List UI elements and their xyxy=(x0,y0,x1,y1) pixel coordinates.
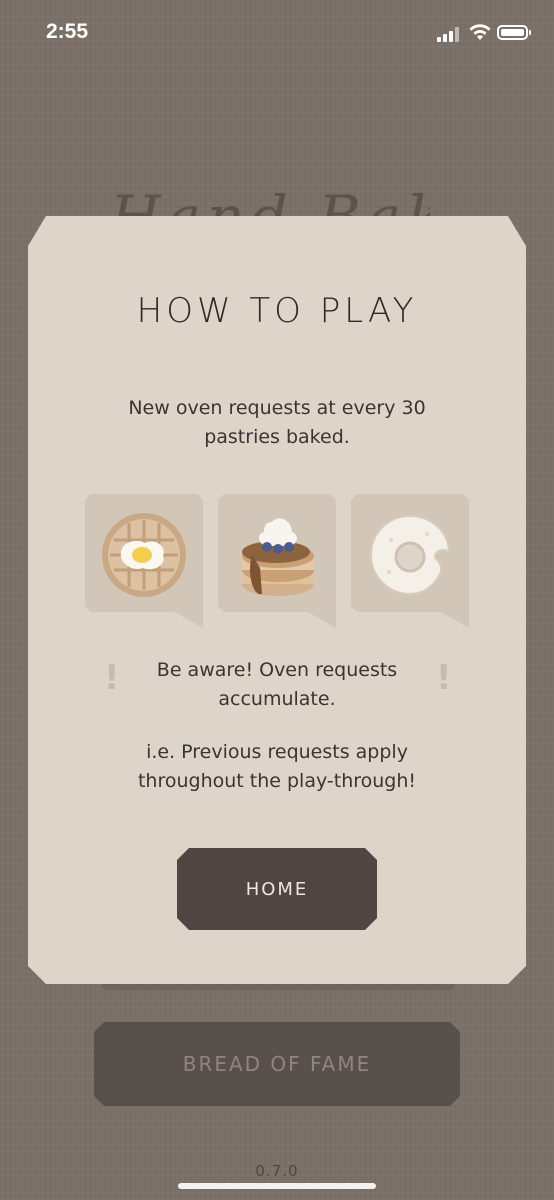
exclamation-icon: ! xyxy=(104,658,120,698)
battery-icon xyxy=(497,25,531,40)
pancake-stack-icon xyxy=(238,510,318,602)
explanation-text: i.e. Previous requests apply throughout … xyxy=(137,741,417,792)
version-label: 0.7.0 xyxy=(255,1162,299,1180)
oven-request-cards xyxy=(85,494,469,629)
wifi-icon xyxy=(469,24,491,40)
aware-row: ! Be aware! Oven requests accumulate. ! xyxy=(28,656,526,716)
cellular-signal-icon xyxy=(437,26,461,42)
modal-title: HOW TO PLAY xyxy=(136,291,418,331)
oven-request-card xyxy=(85,494,203,628)
modal-description: New oven requests at every 30 pastries b… xyxy=(128,397,426,448)
home-indicator xyxy=(178,1183,376,1189)
waffle-egg-icon xyxy=(101,512,187,598)
how-to-play-modal: HOW TO PLAY New oven requests at every 3… xyxy=(28,216,526,984)
oven-request-card xyxy=(351,494,469,628)
exclamation-icon: ! xyxy=(436,658,452,698)
oven-request-card xyxy=(218,494,336,628)
status-bar: 2:55 xyxy=(0,0,554,64)
bitten-donut-icon xyxy=(369,514,451,596)
aware-text: Be aware! Oven requests accumulate. xyxy=(156,659,398,710)
status-time: 2:55 xyxy=(46,20,89,43)
home-button[interactable]: HOME xyxy=(177,848,377,930)
bread-of-fame-button[interactable]: BREAD OF FAME xyxy=(94,1022,460,1106)
